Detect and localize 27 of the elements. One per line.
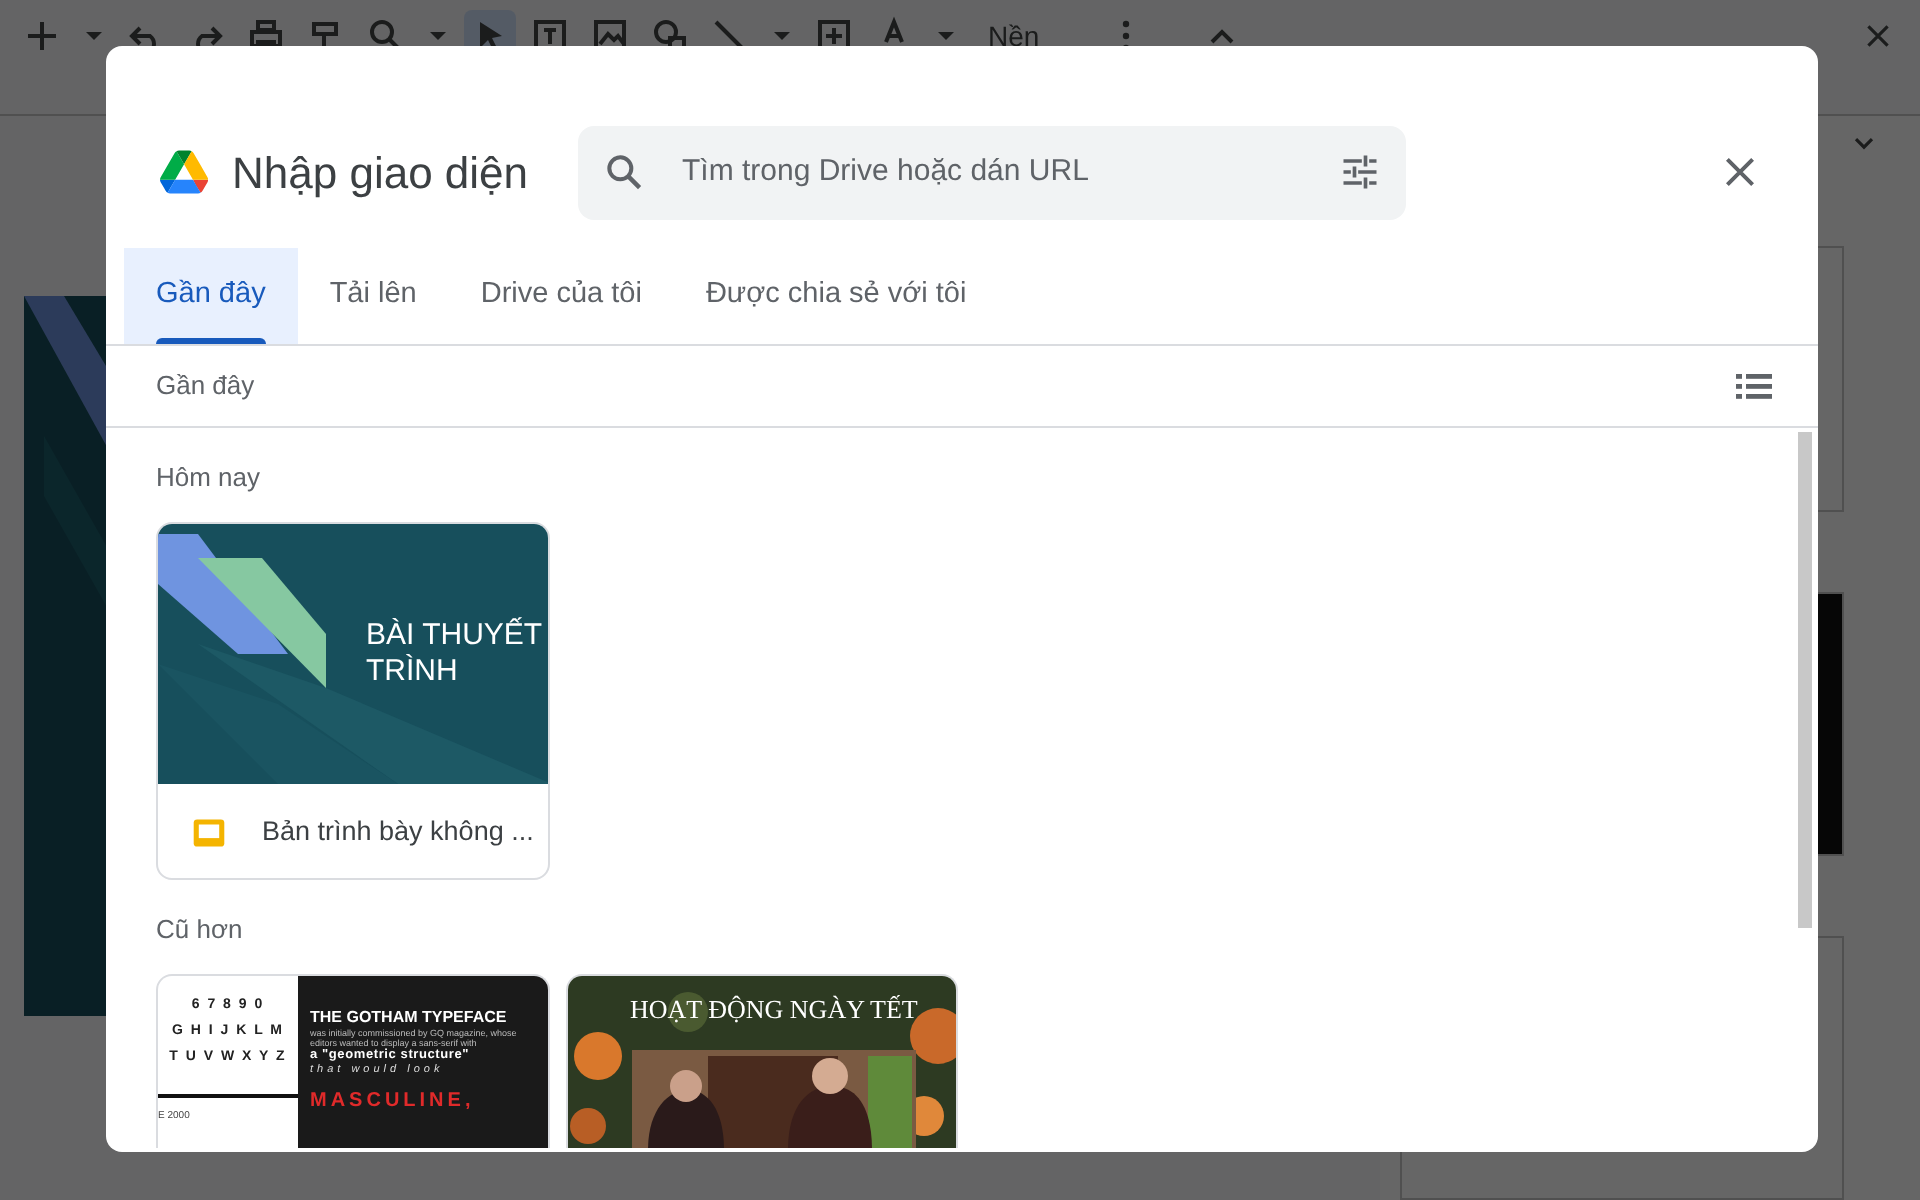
search-field[interactable]: Tìm trong Drive hoặc dán URL [578,125,1406,219]
close-icon[interactable] [1722,153,1758,190]
search-input[interactable]: Tìm trong Drive hoặc dán URL [678,147,1322,197]
view-label: Gần đây [156,368,255,405]
drive-logo-icon [160,150,208,194]
tab[interactable]: Tải lên [297,248,449,344]
section-heading: Cũ hơn [156,912,245,946]
thumbnail-title: HOẠT ĐỘNG NGÀY TẾT [630,992,918,1028]
tune-icon[interactable] [1338,150,1382,194]
dialog-title: Nhập giao diện [232,145,531,202]
thumbnail-title: BÀI THUYẾT [366,618,543,654]
thumbnail-text: MASCULINE, [310,1090,475,1112]
slides-file-icon [192,815,226,849]
file-name: Bản trình bày không ... [262,813,534,850]
thumbnail-title: TRÌNH [366,654,460,690]
file-card[interactable] [156,974,550,1148]
plus-icon[interactable] [22,16,62,56]
tab[interactable]: Gần đây [124,248,298,344]
search-icon [602,150,646,194]
tab[interactable]: Drive của tôi [448,248,674,344]
thumbnail-title: THE GOTHAM TYPEFACE [310,1008,507,1028]
file-card[interactable]: BÀI THUYẾT TRÌNH Bản trình bày không ... [156,522,550,880]
section-heading: Hôm nay [156,460,263,494]
scrollbar[interactable] [1798,432,1812,928]
file-card[interactable]: HOẠT ĐỘNG NGÀY TẾT [566,974,958,1148]
tab[interactable]: Được chia sẻ với tôi [673,248,999,344]
close-icon[interactable] [1862,20,1894,52]
